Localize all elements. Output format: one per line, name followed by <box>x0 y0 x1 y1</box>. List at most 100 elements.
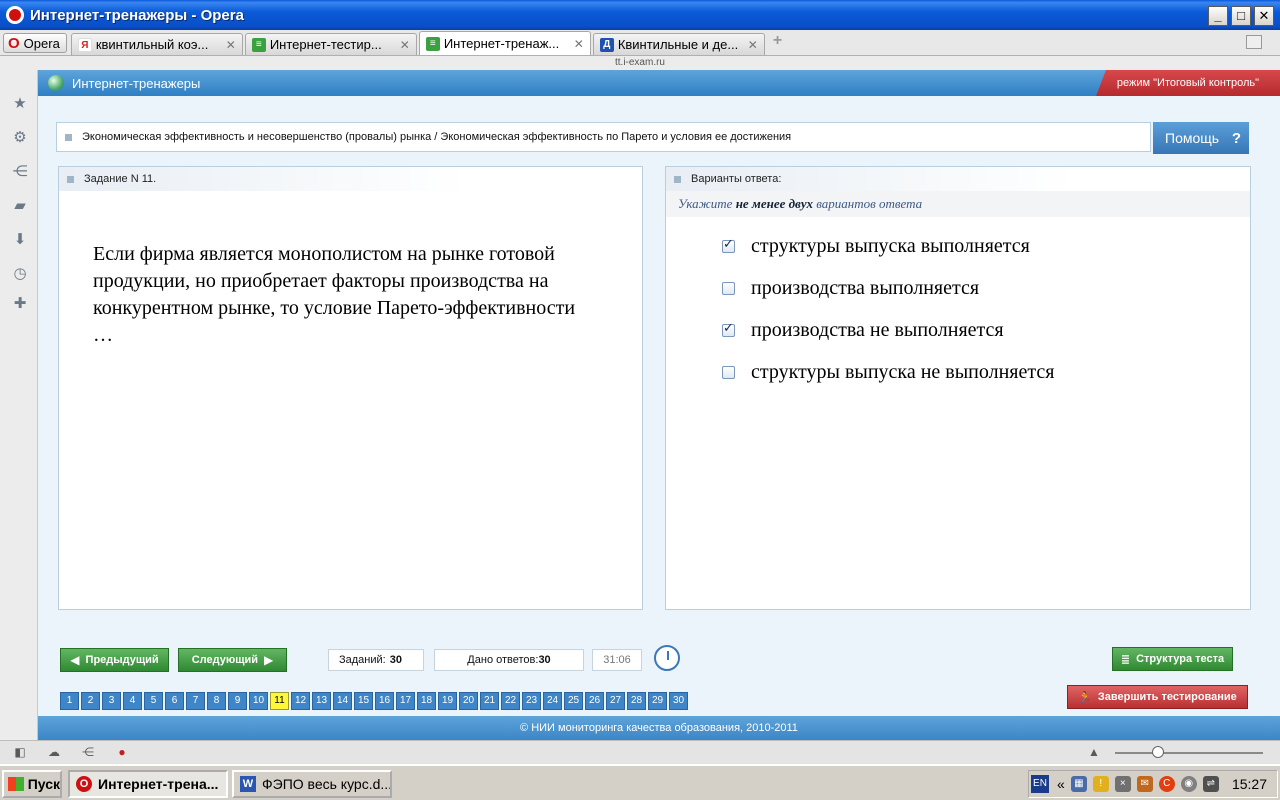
test-structure-label: Структура теста <box>1136 653 1225 665</box>
page-button[interactable]: 5 <box>144 692 163 710</box>
closed-tabs-trash-icon[interactable] <box>1246 35 1262 49</box>
tab-quintile[interactable]: Д Квинтильные и де... ✕ <box>592 33 765 55</box>
minimize-button[interactable]: _ <box>1208 6 1228 26</box>
messenger-icon[interactable]: ✉ <box>1136 776 1153 792</box>
volume-icon[interactable]: ◉ <box>1180 776 1197 792</box>
checkbox-checked[interactable] <box>722 237 735 253</box>
tab-close-icon[interactable]: ✕ <box>400 38 410 52</box>
antivirus-icon[interactable]: C <box>1158 776 1175 792</box>
bullet-icon <box>674 175 681 183</box>
page-button[interactable]: 19 <box>438 692 457 710</box>
cloud-icon[interactable]: ☁ <box>46 745 62 760</box>
checkbox-unchecked[interactable] <box>722 366 735 379</box>
page-button[interactable]: 8 <box>207 692 226 710</box>
notes-icon[interactable]: ▰ <box>12 198 28 214</box>
page-button[interactable]: 21 <box>480 692 499 710</box>
system-tray: EN « ▦ ! × ✉ C ◉ ⇌ 15:27 <box>1028 770 1278 798</box>
opera-sidebar: ★ ⚙ ⋲ ▰ ⬇ ◷ ✚ <box>0 70 38 740</box>
answer-option[interactable]: структуры выпуска не выполняется <box>722 361 1054 384</box>
page-button[interactable]: 20 <box>459 692 478 710</box>
tab-close-icon[interactable]: ✕ <box>226 38 236 52</box>
page-button[interactable]: 1 <box>60 692 79 710</box>
network-disconnected-icon[interactable]: × <box>1114 776 1131 792</box>
answers-header: Варианты ответа: <box>666 167 1250 191</box>
tab-yandex-search[interactable]: Я квинтильный коэ... ✕ <box>70 33 243 55</box>
page-button[interactable]: 6 <box>165 692 184 710</box>
page-button[interactable]: 14 <box>333 692 352 710</box>
answer-option[interactable]: производства выполняется <box>722 277 979 300</box>
test-structure-button[interactable]: ≣ Структура теста <box>1112 647 1233 671</box>
downloads-icon[interactable]: ⬇ <box>12 232 28 248</box>
language-indicator[interactable]: EN <box>1031 775 1049 793</box>
previous-button[interactable]: ◀ Предыдущий <box>60 648 169 672</box>
system-clock: 15:27 <box>1231 776 1267 792</box>
window-title-bar: Интернет-тренажеры - Opera _ □ ✕ <box>0 0 1280 30</box>
page-button[interactable]: 13 <box>312 692 331 710</box>
page-button[interactable]: 23 <box>522 692 541 710</box>
page-button[interactable]: 27 <box>606 692 625 710</box>
start-button[interactable]: Пуск <box>2 770 62 798</box>
network-icon[interactable]: ▦ <box>1070 776 1087 792</box>
page-button[interactable]: 3 <box>102 692 121 710</box>
gear-icon[interactable]: ⚙ <box>12 130 28 146</box>
zoom-menu-icon[interactable]: ▲ <box>1086 745 1102 760</box>
share-icon[interactable]: ⋲ <box>12 164 28 180</box>
help-button[interactable]: Помощь ? <box>1153 122 1249 154</box>
page-button[interactable]: 15 <box>354 692 373 710</box>
url-display[interactable]: tt.i-exam.ru <box>0 56 1280 70</box>
tab-close-icon[interactable]: ✕ <box>748 38 758 52</box>
tab-close-icon[interactable]: ✕ <box>574 37 584 51</box>
checkbox-unchecked[interactable] <box>722 282 735 295</box>
turbo-icon[interactable]: ● <box>114 745 130 760</box>
answer-option-label: производства выполняется <box>751 277 980 299</box>
page-button[interactable]: 30 <box>669 692 688 710</box>
page-button[interactable]: 25 <box>564 692 583 710</box>
previous-label: Предыдущий <box>85 654 159 666</box>
star-icon[interactable]: ★ <box>12 96 28 112</box>
page-button[interactable]: 7 <box>186 692 205 710</box>
taskbar-item-label: ФЭПО весь курс.d... <box>262 776 392 792</box>
panel-toggle-icon[interactable]: ◧ <box>12 745 28 760</box>
security-shield-icon[interactable]: ! <box>1092 776 1109 792</box>
taskbar-item-word[interactable]: W ФЭПО весь курс.d... <box>232 770 392 798</box>
zoom-slider-handle[interactable] <box>1152 746 1164 758</box>
page-button[interactable]: 4 <box>123 692 142 710</box>
page-button[interactable]: 10 <box>249 692 268 710</box>
finish-test-button[interactable]: 🏃 Завершить тестирование <box>1067 685 1248 709</box>
list-icon: ≣ <box>1120 653 1131 666</box>
add-icon[interactable]: ✚ <box>12 296 28 312</box>
answer-option[interactable]: производства не выполняется <box>722 319 1004 342</box>
history-icon[interactable]: ◷ <box>12 266 28 282</box>
page-button[interactable]: 24 <box>543 692 562 710</box>
tab-internet-trainers[interactable]: ≡ Интернет-тренаж... ✕ <box>418 31 591 55</box>
unite-icon[interactable]: ⋲ <box>80 745 96 760</box>
page-button[interactable]: 17 <box>396 692 415 710</box>
checkbox-checked[interactable] <box>722 321 735 337</box>
app-title: Интернет-тренажеры <box>72 75 201 91</box>
tab-internet-testing[interactable]: ≡ Интернет-тестир... ✕ <box>244 33 417 55</box>
navigation-controls: ◀ Предыдущий Следующий ▶ Заданий: 30 Дано… <box>38 634 1280 716</box>
tab-label: Интернет-тестир... <box>269 37 382 52</box>
page-button[interactable]: 29 <box>648 692 667 710</box>
page-button[interactable]: 2 <box>81 692 100 710</box>
new-tab-button[interactable]: + <box>773 32 782 50</box>
page-button[interactable]: 26 <box>585 692 604 710</box>
page-button[interactable]: 22 <box>501 692 520 710</box>
opera-menu-button[interactable]: O Opera <box>3 33 67 53</box>
answer-option[interactable]: структуры выпуска выполняется <box>722 235 1030 258</box>
usb-device-icon[interactable]: ⇌ <box>1202 776 1219 792</box>
close-button[interactable]: ✕ <box>1254 6 1274 26</box>
page-button[interactable]: 9 <box>228 692 247 710</box>
page-button[interactable]: 28 <box>627 692 646 710</box>
page-button-current[interactable]: 11 <box>270 692 289 710</box>
page-button[interactable]: 12 <box>291 692 310 710</box>
tab-label: квинтильный коэ... <box>95 37 209 52</box>
taskbar-item-opera[interactable]: O Интернет-трена... <box>68 770 228 798</box>
zoom-slider[interactable] <box>1115 752 1263 754</box>
maximize-button[interactable]: □ <box>1231 6 1251 26</box>
page-button[interactable]: 18 <box>417 692 436 710</box>
start-label: Пуск <box>27 776 60 792</box>
tray-expand-icon[interactable]: « <box>1057 776 1065 792</box>
page-button[interactable]: 16 <box>375 692 394 710</box>
next-button[interactable]: Следующий ▶ <box>178 648 287 672</box>
